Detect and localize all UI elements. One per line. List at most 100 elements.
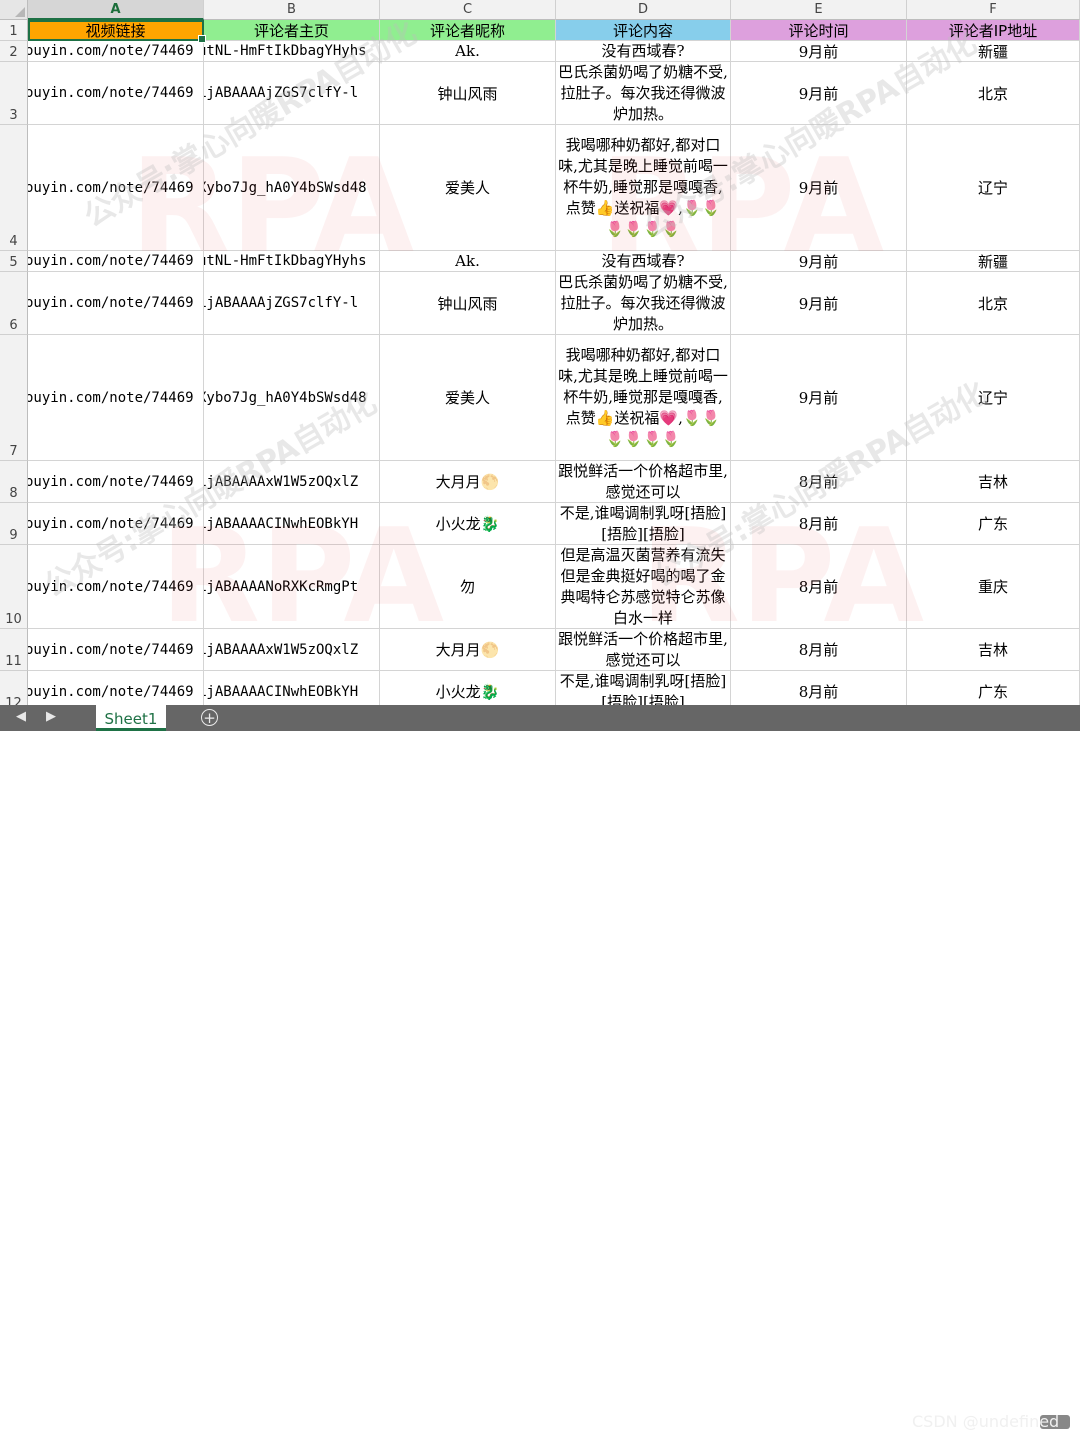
ip-cell[interactable]: 广东: [907, 503, 1080, 545]
nickname-cell[interactable]: 爱美人: [380, 335, 556, 461]
cell-text: LjABAAAANoRXKcRmgPt: [204, 578, 359, 595]
nickname-cell[interactable]: 勿: [380, 545, 556, 629]
add-sheet-icon[interactable]: +: [201, 709, 218, 726]
comment-cell[interactable]: 但是高温灭菌营养有流失但是金典挺好喝的喝了金典喝特仑苏感觉特仑苏像白水一样: [556, 545, 731, 629]
header-cell[interactable]: 评论者主页: [204, 20, 380, 41]
time-cell[interactable]: 9月前: [731, 335, 907, 461]
time-cell[interactable]: 8月前: [731, 671, 907, 705]
commenter-url-cell[interactable]: LjABAAAAjZGS7clfY-l: [204, 62, 380, 125]
nickname-cell[interactable]: 小火龙🐉: [380, 503, 556, 545]
header-cell[interactable]: 评论者IP地址: [907, 20, 1080, 41]
ip-cell[interactable]: 广东: [907, 671, 1080, 705]
time-cell[interactable]: 8月前: [731, 629, 907, 671]
prev-sheet-icon[interactable]: ◀: [16, 709, 26, 724]
row-header[interactable]: 1: [0, 20, 28, 41]
nickname-cell[interactable]: 大月月🌕: [380, 629, 556, 671]
commenter-url-cell[interactable]: LjABAAAAxW1W5zOQxlZ: [204, 461, 380, 503]
select-all-corner[interactable]: [0, 0, 28, 20]
commenter-url-cell[interactable]: LjABAAAANoRXKcRmgPt: [204, 545, 380, 629]
time-cell[interactable]: 9月前: [731, 41, 907, 62]
column-header-c[interactable]: C: [380, 0, 556, 20]
column-header-e[interactable]: E: [731, 0, 907, 20]
time-cell[interactable]: 8月前: [731, 461, 907, 503]
header-cell[interactable]: 评论时间: [731, 20, 907, 41]
comment-cell[interactable]: 我喝哪种奶都好,都对口味,尤其是晚上睡觉前喝一杯牛奶,睡觉那是嘎嘎香,点赞👍送祝…: [556, 125, 731, 251]
comment-cell[interactable]: 不是,谁喝调制乳呀[捂脸][捂脸][捂脸]: [556, 503, 731, 545]
sheet-tab-sheet1[interactable]: Sheet1: [96, 705, 166, 731]
column-header-f[interactable]: F: [907, 0, 1080, 20]
video-link-cell[interactable]: ouyin.com/note/74469: [28, 545, 204, 629]
header-cell[interactable]: 评论内容: [556, 20, 731, 41]
column-header-a[interactable]: A: [28, 0, 204, 20]
time-cell[interactable]: 9月前: [731, 251, 907, 272]
row-header[interactable]: 9: [0, 503, 28, 545]
ip-cell[interactable]: 重庆: [907, 545, 1080, 629]
spreadsheet-grid[interactable]: A B C D E F 1 视频链接 评论者主页 评论者昵称 评论内容 评论时间 评论者IP…: [0, 0, 1080, 705]
column-header-b[interactable]: B: [204, 0, 380, 20]
comment-cell[interactable]: 巴氏杀菌奶喝了奶糖不受,拉肚子。每次我还得微波炉加热。: [556, 62, 731, 125]
row-header[interactable]: 12: [0, 671, 28, 705]
ip-cell[interactable]: 新疆: [907, 251, 1080, 272]
row-header[interactable]: 4: [0, 125, 28, 251]
ip-cell[interactable]: 新疆: [907, 41, 1080, 62]
row-header[interactable]: 10: [0, 545, 28, 629]
time-cell[interactable]: 8月前: [731, 545, 907, 629]
commenter-url-cell[interactable]: Xybo7Jg_hA0Y4bSWsd48: [204, 125, 380, 251]
ip-cell[interactable]: 辽宁: [907, 125, 1080, 251]
video-link-cell[interactable]: ouyin.com/note/74469: [28, 251, 204, 272]
commenter-url-cell[interactable]: Xybo7Jg_hA0Y4bSWsd48: [204, 335, 380, 461]
video-link-cell[interactable]: ouyin.com/note/74469: [28, 125, 204, 251]
nickname-cell[interactable]: Ak.: [380, 251, 556, 272]
video-link-cell[interactable]: ouyin.com/note/74469: [28, 272, 204, 335]
nickname-cell[interactable]: Ak.: [380, 41, 556, 62]
nickname-cell[interactable]: 大月月🌕: [380, 461, 556, 503]
commenter-url-cell[interactable]: LjABAAAACINwhEOBkYH: [204, 671, 380, 705]
comment-cell[interactable]: 巴氏杀菌奶喝了奶糖不受,拉肚子。每次我还得微波炉加热。: [556, 272, 731, 335]
ip-cell[interactable]: 北京: [907, 272, 1080, 335]
cell-text: LjABAAAAjZGS7clfY-l: [204, 295, 359, 311]
commenter-url-cell[interactable]: utNL-HmFtIkDbagYHyhs: [204, 41, 380, 62]
row-header[interactable]: 2: [0, 41, 28, 62]
nickname-cell[interactable]: 钟山风雨: [380, 62, 556, 125]
nickname-cell[interactable]: 钟山风雨: [380, 272, 556, 335]
time-cell[interactable]: 8月前: [731, 503, 907, 545]
video-link-cell[interactable]: ouyin.com/note/74469: [28, 41, 204, 62]
ip-cell[interactable]: 北京: [907, 62, 1080, 125]
cell-text: Ak.: [455, 42, 480, 60]
nickname-cell[interactable]: 小火龙🐉: [380, 671, 556, 705]
cell-text: 勿: [459, 578, 475, 596]
commenter-url-cell[interactable]: utNL-HmFtIkDbagYHyhs: [204, 251, 380, 272]
video-link-cell[interactable]: ouyin.com/note/74469: [28, 503, 204, 545]
comment-cell[interactable]: 不是,谁喝调制乳呀[捂脸][捂脸][捂脸]: [556, 671, 731, 705]
header-cell[interactable]: 视频链接: [28, 20, 204, 41]
nickname-cell[interactable]: 爱美人: [380, 125, 556, 251]
row-header[interactable]: 3: [0, 62, 28, 125]
video-link-cell[interactable]: ouyin.com/note/74469: [28, 671, 204, 705]
comment-cell[interactable]: 没有西域春?: [556, 251, 731, 272]
comment-cell[interactable]: 没有西域春?: [556, 41, 731, 62]
commenter-url-cell[interactable]: LjABAAAAxW1W5zOQxlZ: [204, 629, 380, 671]
row-header[interactable]: 8: [0, 461, 28, 503]
ip-cell[interactable]: 辽宁: [907, 335, 1080, 461]
video-link-cell[interactable]: ouyin.com/note/74469: [28, 629, 204, 671]
ip-cell[interactable]: 吉林: [907, 461, 1080, 503]
time-cell[interactable]: 9月前: [731, 62, 907, 125]
row-header[interactable]: 11: [0, 629, 28, 671]
time-cell[interactable]: 9月前: [731, 272, 907, 335]
ip-cell[interactable]: 吉林: [907, 629, 1080, 671]
comment-cell[interactable]: 跟悦鲜活一个价格超市里,感觉还可以: [556, 461, 731, 503]
video-link-cell[interactable]: ouyin.com/note/74469: [28, 62, 204, 125]
time-cell[interactable]: 9月前: [731, 125, 907, 251]
row-header[interactable]: 7: [0, 335, 28, 461]
comment-cell[interactable]: 我喝哪种奶都好,都对口味,尤其是晚上睡觉前喝一杯牛奶,睡觉那是嘎嘎香,点赞👍送祝…: [556, 335, 731, 461]
commenter-url-cell[interactable]: LjABAAAACINwhEOBkYH: [204, 503, 380, 545]
video-link-cell[interactable]: ouyin.com/note/74469: [28, 335, 204, 461]
row-header[interactable]: 5: [0, 251, 28, 272]
header-cell[interactable]: 评论者昵称: [380, 20, 556, 41]
video-link-cell[interactable]: ouyin.com/note/74469: [28, 461, 204, 503]
commenter-url-cell[interactable]: LjABAAAAjZGS7clfY-l: [204, 272, 380, 335]
next-sheet-icon[interactable]: ▶: [46, 709, 56, 724]
column-header-d[interactable]: D: [556, 0, 731, 20]
row-header[interactable]: 6: [0, 272, 28, 335]
comment-cell[interactable]: 跟悦鲜活一个价格超市里,感觉还可以: [556, 629, 731, 671]
